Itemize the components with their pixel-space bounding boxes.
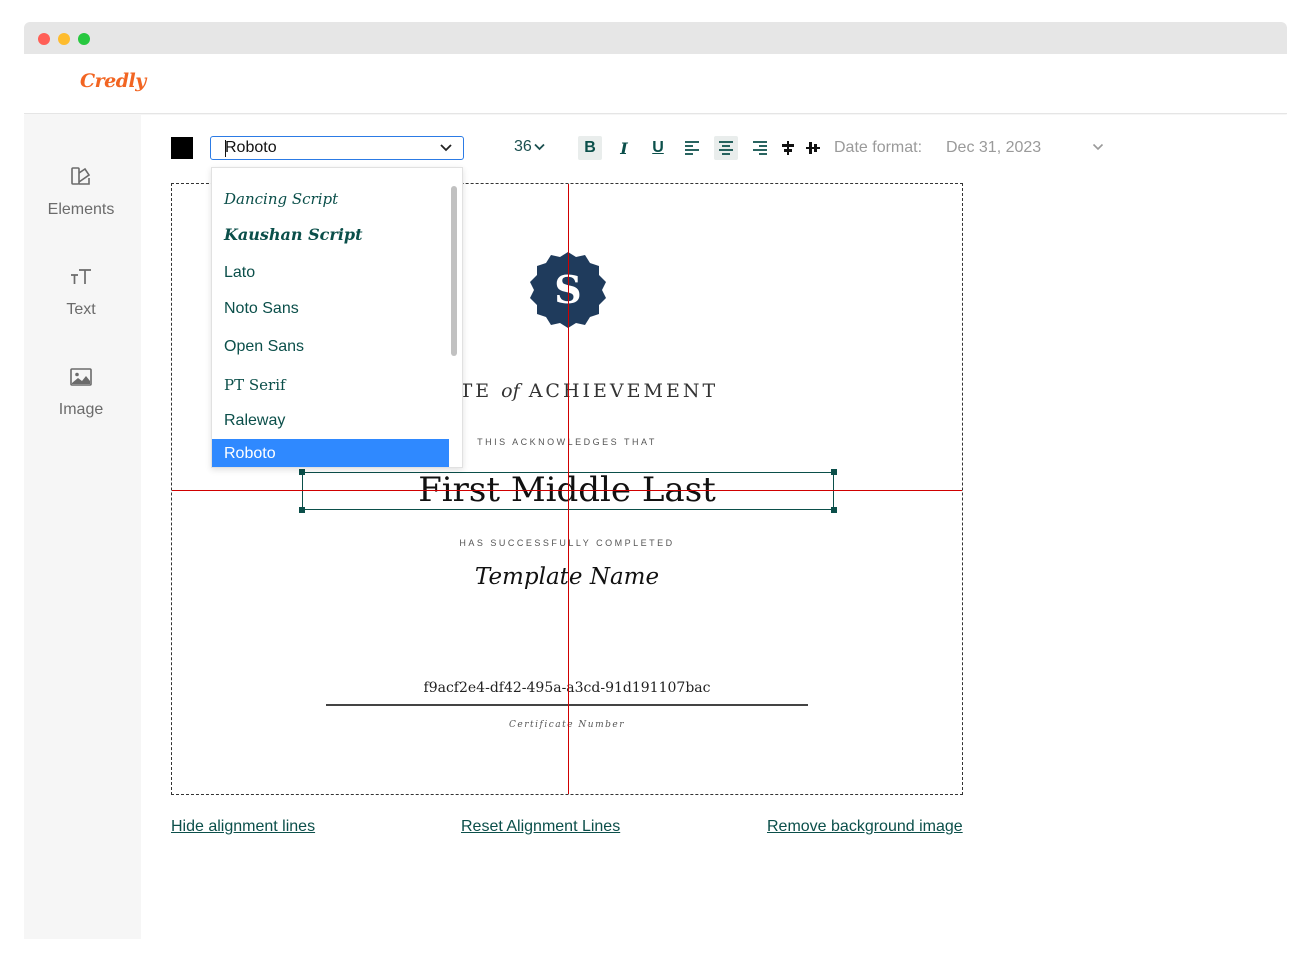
sidebar-item-label: Elements <box>47 201 115 218</box>
template-name[interactable]: Template Name <box>172 564 962 590</box>
font-option-lato[interactable]: Lato <box>212 258 449 288</box>
align-right-icon <box>753 141 767 155</box>
text-icon <box>71 269 91 284</box>
certificate-title-part: ACHIEVEMENT <box>519 380 719 402</box>
elements-icon <box>71 167 91 185</box>
align-left-button[interactable] <box>680 136 704 160</box>
font-family-select[interactable]: Roboto <box>210 136 464 160</box>
sidebar: Elements Text Image <box>24 115 141 939</box>
editor-main: Roboto 36 B I U Date format: Dec 31, 202… <box>141 115 1287 939</box>
bold-button[interactable]: B <box>578 136 602 160</box>
certificate-title-of: of <box>501 380 520 402</box>
chevron-down-icon <box>1092 143 1104 151</box>
sidebar-item-label: Text <box>66 301 96 318</box>
center-vertical-button[interactable] <box>801 136 825 160</box>
minimize-window-button[interactable] <box>58 33 70 45</box>
center-horizontal-button[interactable] <box>776 136 800 160</box>
maximize-window-button[interactable] <box>78 33 90 45</box>
center-horizontal-icon <box>782 141 794 155</box>
date-format-select[interactable]: Dec 31, 2023 <box>946 139 1104 161</box>
italic-button[interactable]: I <box>612 136 636 160</box>
font-option-pt-serif[interactable]: PT Serif <box>212 370 449 400</box>
font-size-value: 36 <box>514 138 532 155</box>
sidebar-item-image[interactable]: Image <box>24 365 141 445</box>
font-option-dancing-script[interactable]: Dancing Script <box>212 184 449 214</box>
horizontal-alignment-line <box>172 490 962 491</box>
date-format-label: Date format: <box>834 139 923 156</box>
chevron-down-icon <box>534 143 545 151</box>
close-window-button[interactable] <box>38 33 50 45</box>
align-center-icon <box>719 141 733 155</box>
remove-background-image-link[interactable]: Remove background image <box>767 818 963 836</box>
hide-alignment-lines-link[interactable]: Hide alignment lines <box>171 818 315 836</box>
font-size-select[interactable]: 36 <box>514 138 545 156</box>
resize-handle[interactable] <box>299 507 305 513</box>
certificate-number[interactable]: f9acf2e4-df42-495a-a3cd-91d191107bac <box>172 680 962 696</box>
resize-handle[interactable] <box>831 469 837 475</box>
font-option-noto-sans[interactable]: Noto Sans <box>212 294 449 324</box>
sidebar-item-text[interactable]: Text <box>24 265 141 345</box>
reset-alignment-lines-link[interactable]: Reset Alignment Lines <box>461 818 620 836</box>
certificate-number-label[interactable]: Certificate Number <box>172 720 962 730</box>
align-right-button[interactable] <box>748 136 772 160</box>
sidebar-item-elements[interactable]: Elements <box>24 165 141 245</box>
center-vertical-icon <box>806 142 820 154</box>
vertical-alignment-line <box>568 184 569 794</box>
text-color-picker[interactable] <box>171 137 193 159</box>
signature-line[interactable] <box>326 704 808 706</box>
resize-handle[interactable] <box>831 507 837 513</box>
credly-logo[interactable]: Credly <box>80 70 146 92</box>
font-family-value: Roboto <box>225 139 277 156</box>
font-family-dropdown: Dancing Script Kaushan Script Lato Noto … <box>211 167 463 468</box>
app-header: Credly <box>24 54 1287 114</box>
date-format-value: Dec 31, 2023 <box>946 139 1042 156</box>
chevron-down-icon <box>440 144 452 152</box>
resize-handle[interactable] <box>299 469 305 475</box>
font-option-kaushan-script[interactable]: Kaushan Script <box>212 220 449 250</box>
text-caret <box>225 140 226 157</box>
completed-text[interactable]: HAS SUCCESSFULLY COMPLETED <box>172 538 962 548</box>
underline-button[interactable]: U <box>646 136 670 160</box>
font-option-raleway[interactable]: Raleway <box>212 406 449 436</box>
dropdown-scrollbar[interactable] <box>449 168 461 467</box>
window-titlebar <box>24 22 1287 54</box>
dropdown-scrollbar-thumb[interactable] <box>451 186 457 356</box>
browser-window: Credly Elements Text Image Roboto 36 B I… <box>24 22 1287 939</box>
image-icon <box>70 368 92 386</box>
font-option-roboto[interactable]: Roboto <box>212 439 449 467</box>
sidebar-item-label: Image <box>58 401 104 418</box>
align-left-icon <box>685 141 699 155</box>
font-option-open-sans[interactable]: Open Sans <box>212 332 449 362</box>
align-center-button[interactable] <box>714 136 738 160</box>
